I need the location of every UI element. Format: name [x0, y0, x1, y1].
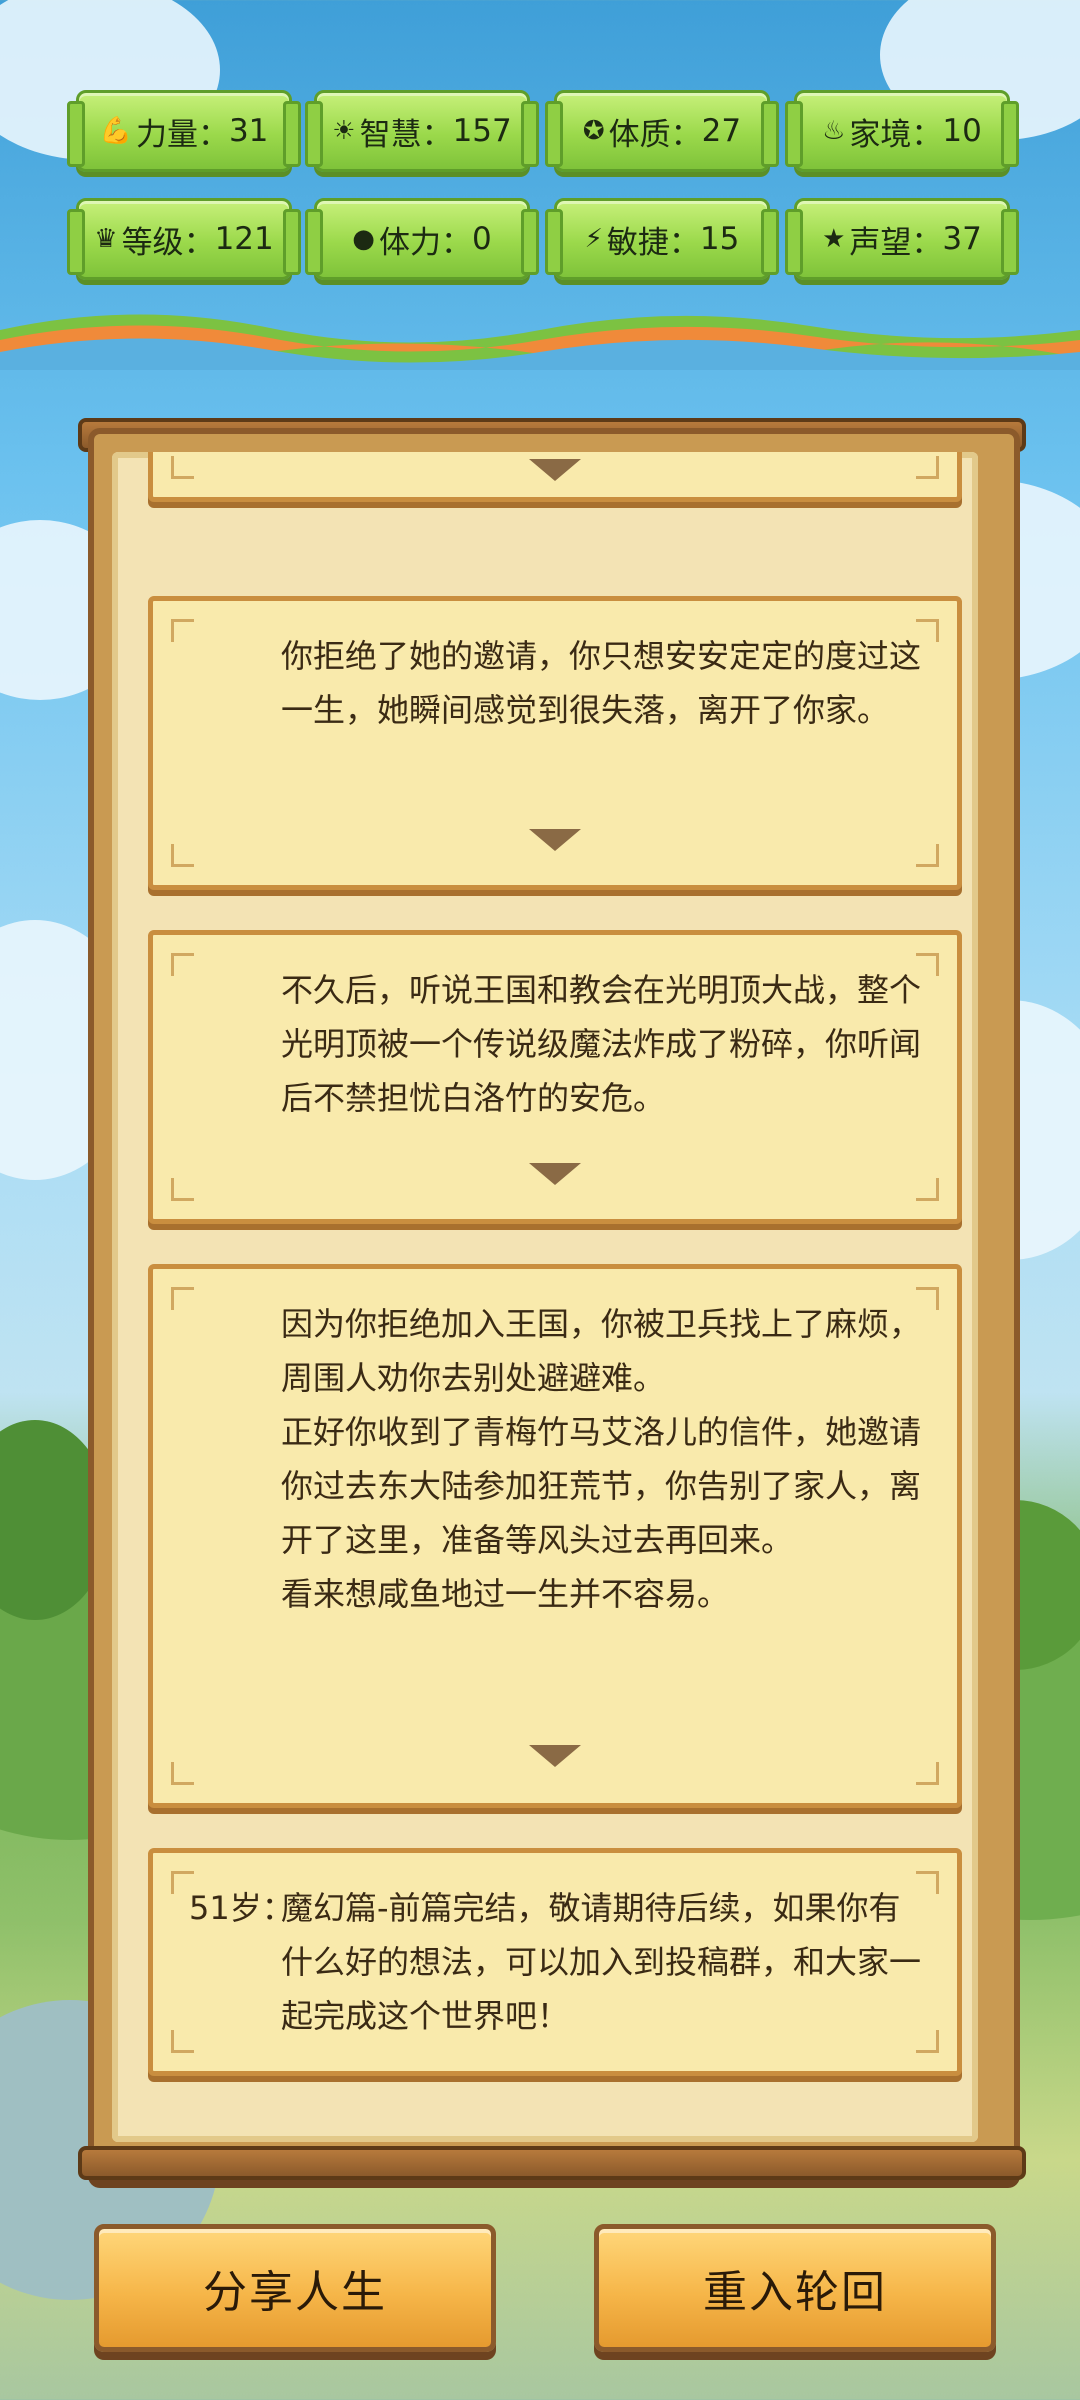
- stat-value: 0: [471, 221, 492, 257]
- stat-value: 37: [942, 221, 982, 257]
- family-icon: ♨: [822, 116, 846, 146]
- star-icon: ★: [822, 224, 846, 254]
- event-card: 因为你拒绝加入王国，你被卫兵找上了麻烦，周围人劝你去别处避避难。 正好你收到了青…: [148, 1264, 962, 1808]
- stat-label: 智慧: [359, 116, 422, 153]
- event-log[interactable]: 你拒绝了她的邀请，你只想安安定定的度过这一生，她瞬间感觉到很失落，离开了你家。 …: [112, 452, 978, 2142]
- header-wave-divider: [0, 314, 1080, 370]
- corner-ornament: [916, 844, 939, 867]
- stat-value: 121: [214, 221, 274, 257]
- stat-value: 157: [452, 113, 512, 149]
- corner-ornament: [916, 1178, 939, 1201]
- stat-value: 15: [699, 221, 740, 257]
- sun-icon: ☀: [332, 116, 356, 146]
- corner-ornament: [171, 2030, 194, 2053]
- stat-agility: ⚡ 敏捷： 15: [545, 198, 779, 280]
- stat-level: ♛ 等级： 121: [67, 198, 301, 280]
- stat-wisdom: ☀ 智慧： 157: [305, 90, 539, 172]
- stats-panel: 💪 力量： 31 ☀ 智慧： 157 ✪ 体质： 27 ♨ 家境： 10 ♛ 等级： 12…: [0, 0, 1080, 370]
- event-card: 不久后，听说王国和教会在光明顶大战，整个光明顶被一个传说级魔法炸成了粉碎，你听闻…: [148, 930, 962, 1224]
- event-card-partial: [148, 452, 962, 502]
- stat-label: 体力: [378, 224, 441, 261]
- stat-value: 10: [942, 113, 982, 149]
- corner-ornament: [916, 1762, 939, 1785]
- corner-ornament: [171, 844, 194, 867]
- stat-reputation: ★ 声望： 37: [785, 198, 1019, 280]
- stat-value: 27: [701, 113, 742, 149]
- stat-label: 体质: [608, 116, 671, 153]
- event-card-final: 51岁： 魔幻篇-前篇完结，敬请期待后续，如果你有什么好的想法，可以加入到投稿群…: [148, 1848, 962, 2076]
- stat-value: 31: [228, 113, 269, 149]
- stat-stamina: ● 体力： 0: [305, 198, 539, 280]
- down-arrow-icon: [529, 1745, 581, 1767]
- event-text: 不久后，听说王国和教会在光明顶大战，整个光明顶被一个传说级魔法炸成了粉碎，你听闻…: [281, 971, 922, 1117]
- event-age: 51岁：: [189, 1889, 294, 1927]
- corner-ornament: [171, 953, 194, 976]
- scroll-bottom-rod: [78, 2146, 1026, 2180]
- down-arrow-icon: [529, 459, 581, 481]
- stat-label: 敏捷: [606, 224, 669, 261]
- corner-ornament: [916, 456, 939, 479]
- stat-strength: 💪 力量： 31: [67, 90, 301, 172]
- event-text: 因为你拒绝加入王国，你被卫兵找上了麻烦，周围人劝你去别处避避难。 正好你收到了青…: [281, 1305, 922, 1613]
- stat-label: 家境: [849, 116, 912, 153]
- crown-icon: ♛: [94, 224, 118, 254]
- constitution-icon: ✪: [582, 116, 605, 146]
- event-text: 魔幻篇-前篇完结，敬请期待后续，如果你有什么好的想法，可以加入到投稿群，和大家一…: [281, 1889, 922, 2035]
- down-arrow-icon: [529, 829, 581, 851]
- corner-ornament: [171, 456, 194, 479]
- stat-label: 力量: [135, 116, 198, 153]
- corner-ornament: [171, 1762, 194, 1785]
- restart-cycle-button[interactable]: 重入轮回: [594, 2224, 996, 2352]
- stat-label: 等级: [121, 224, 184, 261]
- corner-ornament: [171, 1178, 194, 1201]
- corner-ornament: [171, 619, 194, 642]
- stat-label: 声望: [849, 224, 912, 261]
- stat-family: ♨ 家境： 10: [785, 90, 1019, 172]
- stat-constitution: ✪ 体质： 27: [545, 90, 779, 172]
- corner-ornament: [171, 1287, 194, 1310]
- share-life-button[interactable]: 分享人生: [94, 2224, 496, 2352]
- heart-icon: ●: [352, 224, 375, 254]
- event-text: 你拒绝了她的邀请，你只想安安定定的度过这一生，她瞬间感觉到很失落，离开了你家。: [281, 637, 922, 729]
- lightning-icon: ⚡: [584, 224, 603, 254]
- strength-icon: 💪: [99, 116, 132, 146]
- down-arrow-icon: [529, 1163, 581, 1185]
- event-card: 你拒绝了她的邀请，你只想安安定定的度过这一生，她瞬间感觉到很失落，离开了你家。: [148, 596, 962, 890]
